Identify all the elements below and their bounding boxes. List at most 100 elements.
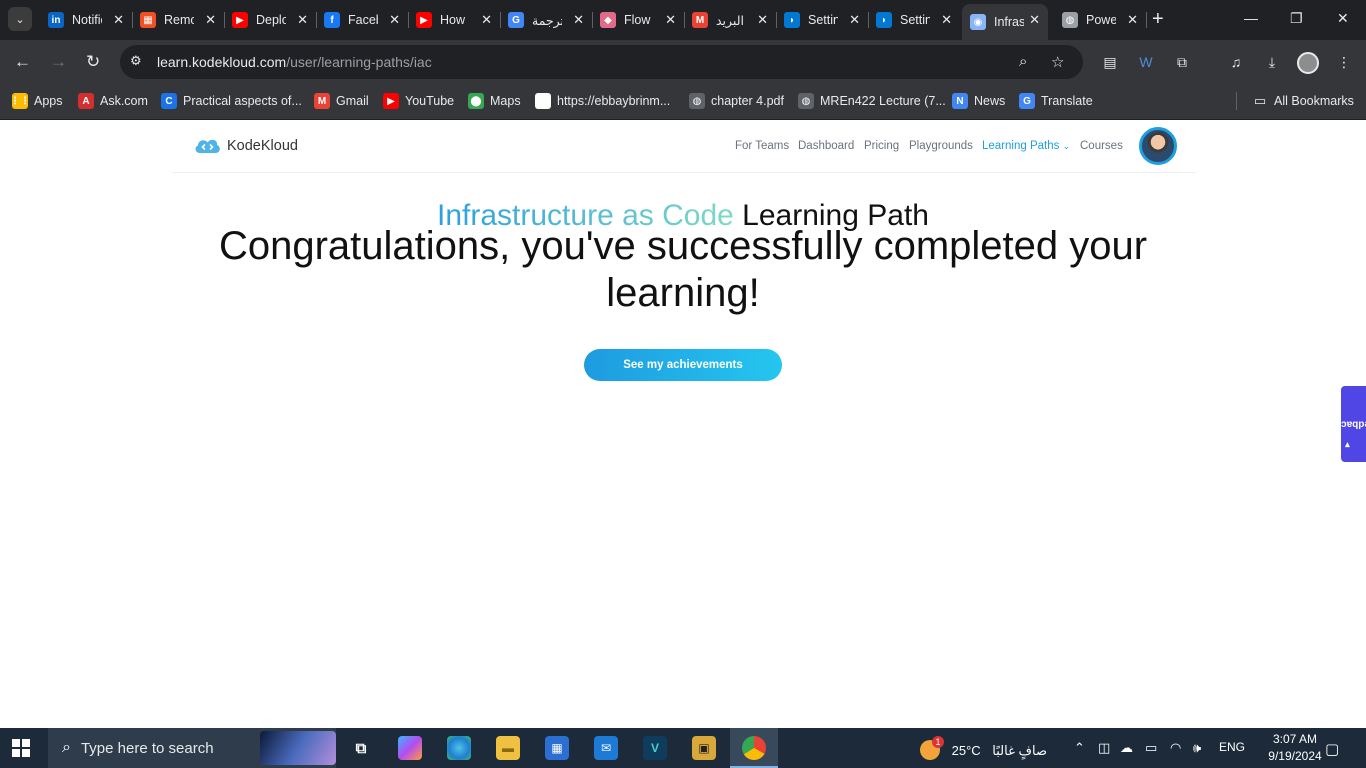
gmail-icon: M — [692, 12, 708, 28]
browser-tab[interactable]: ▶ Deploy ✕ — [224, 4, 317, 36]
bookmark-item[interactable]: N News — [952, 93, 1005, 109]
profile-avatar[interactable] — [1297, 52, 1319, 74]
browser-tab[interactable]: in Notifications ✕ — [40, 4, 133, 36]
browser-tab[interactable]: ◍ Power ✕ — [1054, 4, 1147, 36]
edge-icon[interactable] — [447, 736, 471, 760]
search-highlight-image — [260, 731, 336, 765]
browser-tab[interactable]: ◉ Infrastructure ✕ — [962, 4, 1048, 40]
tray-wifi-icon[interactable]: ◠ — [1170, 740, 1181, 756]
site-header: KodeKloud For Teams Dashboard Pricing Pl… — [172, 121, 1196, 173]
extension-word-icon[interactable]: W — [1137, 53, 1155, 71]
tab-close-icon[interactable]: ✕ — [389, 12, 400, 28]
url-text[interactable]: learn.kodekloud.com/user/learning-paths/… — [157, 54, 432, 70]
file-explorer-icon[interactable]: ▬ — [496, 736, 520, 760]
address-bar[interactable]: ⚙ learn.kodekloud.com/user/learning-path… — [120, 45, 1083, 79]
vscode-like-app-icon[interactable]: V — [643, 736, 667, 760]
tray-chevron-up-icon[interactable]: ⌃ — [1074, 740, 1085, 756]
see-achievements-button[interactable]: See my achievements — [584, 349, 782, 381]
bookmark-item[interactable]: https://ebbaybrinm... — [535, 93, 670, 109]
globe-icon: ◍ — [1062, 12, 1078, 28]
bookmark-star-icon[interactable]: ☆ — [1051, 53, 1064, 71]
bookmark-item[interactable]: ⬤ Maps — [468, 93, 521, 109]
tab-close-icon[interactable]: ✕ — [665, 12, 676, 28]
tray-language[interactable]: ENG — [1219, 740, 1245, 754]
bookmark-item[interactable]: ◍ chapter 4.pdf — [689, 93, 784, 109]
nav-playgrounds[interactable]: Playgrounds — [909, 140, 973, 152]
tray-meet-icon[interactable]: ◫ — [1098, 740, 1110, 756]
close-window-icon[interactable]: ✕ — [1337, 10, 1349, 27]
nav-dashboard[interactable]: Dashboard — [798, 140, 854, 152]
reload-icon[interactable]: ↻ — [86, 52, 100, 72]
search-icon: ⌕ — [62, 739, 71, 756]
bookmark-label: Gmail — [336, 94, 369, 108]
nav-learning-paths[interactable]: Learning Paths ⌄ — [982, 140, 1070, 152]
tab-close-icon[interactable]: ✕ — [1029, 12, 1040, 28]
site-logo[interactable]: KodeKloud — [194, 137, 298, 155]
bookmark-item[interactable]: ⋮⋮ Apps — [10, 93, 63, 109]
bookmark-item[interactable]: ◍ MREn422 Lecture (7... — [798, 93, 946, 109]
taskbar-search[interactable]: ⌕ Type here to search — [48, 728, 336, 768]
tab-close-icon[interactable]: ✕ — [481, 12, 492, 28]
tab-close-icon[interactable]: ✕ — [757, 12, 768, 28]
mail-icon[interactable]: ✉ — [594, 736, 618, 760]
tab-search-chevron-icon[interactable]: ⌄ — [8, 7, 32, 31]
tab-close-icon[interactable]: ✕ — [205, 12, 216, 28]
back-arrow-icon[interactable]: ← — [14, 52, 31, 72]
all-bookmarks[interactable]: ▭ All Bookmarks — [1252, 93, 1354, 109]
globe-icon: ◍ — [798, 93, 814, 109]
extension-printer-icon[interactable]: ▤ — [1101, 53, 1119, 71]
kodekloud-cloud-icon — [195, 139, 220, 153]
minimize-icon[interactable]: — — [1244, 10, 1258, 26]
azure-devops-icon: ◗ — [784, 12, 800, 28]
tab-close-icon[interactable]: ✕ — [941, 12, 952, 28]
zoom-icon[interactable]: ⌕ — [1019, 53, 1027, 70]
page-content: KodeKloud For Teams Dashboard Pricing Pl… — [0, 121, 1366, 728]
browser-tab[interactable]: ◗ Settings ✕ — [776, 4, 869, 36]
browser-tab[interactable]: f Facebook ✕ — [316, 4, 409, 36]
tab-close-icon[interactable]: ✕ — [849, 12, 860, 28]
bookmark-item[interactable]: ▶ YouTube — [383, 93, 454, 109]
site-info-icon[interactable]: ⚙ — [130, 53, 146, 69]
bookmark-item[interactable]: M Gmail — [314, 93, 369, 109]
tray-battery-icon[interactable]: ▭ — [1145, 740, 1157, 756]
feedback-tab[interactable]: ▸ Feedback — [1336, 386, 1366, 462]
weather-temp: 25°C — [951, 743, 981, 758]
windows-start-icon[interactable] — [12, 739, 30, 757]
microsoft-store-icon[interactable]: ▦ — [545, 736, 569, 760]
extensions-puzzle-icon[interactable]: ⧉ — [1173, 53, 1191, 71]
notifications-icon[interactable]: ▢ — [1325, 740, 1339, 758]
browser-tab[interactable]: ▶ How ✕ — [408, 4, 501, 36]
tray-volume-icon[interactable]: 🕪 — [1193, 740, 1201, 756]
browser-tab[interactable]: G ترجمة ✕ — [500, 4, 593, 36]
browser-tab[interactable]: M البريد ✕ — [684, 4, 777, 36]
copilot-icon[interactable] — [398, 736, 422, 760]
tab-title: Settings — [808, 13, 838, 27]
new-tab-plus-icon[interactable]: + — [1152, 9, 1164, 29]
nav-for-teams[interactable]: For Teams — [735, 140, 789, 152]
tab-close-icon[interactable]: ✕ — [297, 12, 308, 28]
app-stack-icon[interactable]: ▣ — [692, 736, 716, 760]
browser-tab[interactable]: ◆ Flow ✕ — [592, 4, 685, 36]
tab-separator — [1146, 12, 1147, 28]
user-avatar[interactable] — [1139, 127, 1177, 165]
menu-kebab-icon[interactable]: ⋮ — [1335, 53, 1353, 71]
bookmark-item[interactable]: C Practical aspects of... — [161, 93, 302, 109]
bookmark-item[interactable]: A Ask.com — [78, 93, 148, 109]
task-view-icon[interactable]: ⧉ — [349, 736, 373, 760]
linkedin-icon: in — [48, 12, 64, 28]
nav-pricing[interactable]: Pricing — [864, 140, 899, 152]
tab-close-icon[interactable]: ✕ — [113, 12, 124, 28]
weather-widget[interactable]: 1 25°C صافٍ غالبًا — [920, 736, 1047, 760]
downloads-icon[interactable]: ⤓ — [1263, 53, 1281, 71]
tab-close-icon[interactable]: ✕ — [1127, 12, 1138, 28]
media-controls-icon[interactable]: ♫ — [1227, 53, 1245, 71]
forward-arrow-icon[interactable]: → — [50, 52, 67, 72]
browser-tab[interactable]: ▦ Remote ✕ — [132, 4, 225, 36]
bookmark-item[interactable]: G Translate — [1019, 93, 1093, 109]
nav-courses[interactable]: Courses — [1080, 140, 1123, 152]
tray-onedrive-icon[interactable]: ☁ — [1120, 740, 1133, 756]
browser-tab[interactable]: ◗ Settings ✕ — [868, 4, 960, 36]
restore-icon[interactable]: ❐ — [1290, 10, 1303, 27]
chrome-icon[interactable] — [742, 736, 766, 760]
tab-close-icon[interactable]: ✕ — [573, 12, 584, 28]
